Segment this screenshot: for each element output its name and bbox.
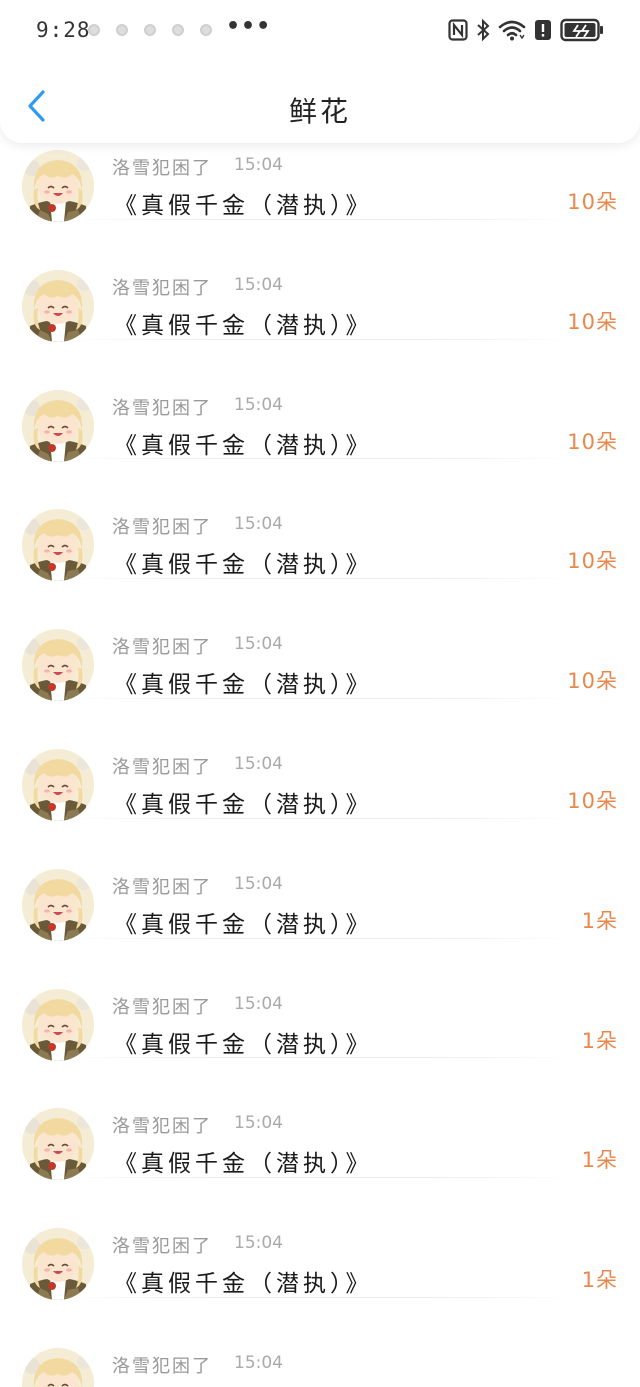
book-title: 《真假千金（潜执）》 <box>114 911 373 938</box>
avatar[interactable] <box>22 269 94 342</box>
status-time: 9:28 <box>36 18 91 42</box>
timestamp: 15:04 <box>234 155 283 175</box>
book-title: 《真假千金（潜执）》 <box>114 193 373 219</box>
avatar[interactable] <box>22 748 94 821</box>
flower-count: 1朵 <box>581 1148 618 1173</box>
top-bar: 9:28 ••• 鲜花 <box>0 0 640 143</box>
notification-icon <box>116 24 128 36</box>
user-name: 洛雪犯困了 <box>112 1116 212 1138</box>
avatar[interactable] <box>22 1347 94 1387</box>
book-title: 《真假千金（潜执）》 <box>114 1031 373 1058</box>
avatar[interactable] <box>22 868 94 941</box>
timestamp: 15:04 <box>234 753 283 774</box>
user-name: 洛雪犯困了 <box>112 517 212 539</box>
gift-record-item[interactable]: 洛雪犯困了 15:04 《真假千金（潜执）》 1朵 <box>0 1058 640 1181</box>
user-name: 洛雪犯困了 <box>112 277 212 299</box>
avatar[interactable] <box>22 1108 94 1181</box>
avatar[interactable] <box>22 509 94 582</box>
status-bar: 9:28 ••• <box>0 0 640 62</box>
avatar[interactable] <box>22 1228 94 1301</box>
alert-icon <box>534 19 552 41</box>
nfc-icon <box>448 19 468 41</box>
gift-record-item[interactable]: 洛雪犯困了 15:04 《真假千金（潜执）》 1朵 <box>0 819 640 941</box>
timestamp: 15:04 <box>234 1113 283 1134</box>
flower-count: 10朵 <box>567 669 618 694</box>
gift-record-item[interactable]: 洛雪犯困了 15:04 《真假千金（潜执）》 10朵 <box>0 699 640 821</box>
notification-icon <box>200 24 212 36</box>
user-name: 洛雪犯困了 <box>112 158 212 179</box>
page-title: 鲜花 <box>288 95 351 128</box>
gift-record-item[interactable]: 洛雪犯困了 15:04 《真假千金（潜执）》 10朵 <box>0 579 640 702</box>
gift-record-item[interactable]: 洛雪犯困了 15:04 《真假千金（潜执）》 10朵 <box>0 340 640 462</box>
avatar[interactable] <box>22 150 94 222</box>
gift-record-item[interactable]: 洛雪犯困了 15:04 《真假千金（潜执）》 1朵 <box>0 1298 640 1387</box>
timestamp: 15:04 <box>234 274 283 295</box>
user-name: 洛雪犯困了 <box>112 1236 212 1258</box>
flower-count: 1朵 <box>581 908 618 933</box>
flower-count: 1朵 <box>581 1268 618 1293</box>
book-title: 《真假千金（潜执）》 <box>114 312 373 339</box>
gift-list[interactable]: 洛雪犯困了 15:04 《真假千金（潜执）》 10朵 洛雪犯困了 15:04 《… <box>0 100 640 1387</box>
book-title: 《真假千金（潜执）》 <box>114 552 373 579</box>
book-title: 《真假千金（潜执）》 <box>114 791 373 818</box>
nav-bar: 鲜花 <box>0 72 640 142</box>
notification-icon <box>144 24 156 36</box>
flower-count: 10朵 <box>567 190 618 214</box>
notification-icons <box>88 24 212 38</box>
gift-record-item[interactable]: 洛雪犯困了 15:04 《真假千金（潜执）》 10朵 <box>0 220 640 342</box>
timestamp: 15:04 <box>234 1233 283 1254</box>
book-title: 《真假千金（潜执）》 <box>114 1151 373 1178</box>
user-name: 洛雪犯困了 <box>112 756 212 778</box>
book-title: 《真假千金（潜执）》 <box>114 1271 373 1298</box>
notification-icon <box>88 24 100 36</box>
bluetooth-icon <box>476 18 490 42</box>
flower-count: 1朵 <box>581 1028 618 1053</box>
notification-icon <box>172 24 184 36</box>
avatar[interactable] <box>22 629 94 702</box>
gift-record-item[interactable]: 洛雪犯困了 15:04 《真假千金（潜执）》 10朵 <box>0 459 640 582</box>
flower-count: 10朵 <box>567 429 618 454</box>
timestamp: 15:04 <box>234 514 283 535</box>
more-notifications-icon: ••• <box>226 14 272 39</box>
timestamp: 15:04 <box>234 394 283 415</box>
flower-count: 10朵 <box>567 549 618 574</box>
timestamp: 15:04 <box>234 993 283 1014</box>
user-name: 洛雪犯困了 <box>112 397 212 419</box>
wifi-icon <box>498 19 526 41</box>
gift-record-item[interactable]: 洛雪犯困了 15:04 《真假千金（潜执）》 1朵 <box>0 1178 640 1301</box>
user-name: 洛雪犯困了 <box>112 637 212 659</box>
battery-icon <box>560 18 604 42</box>
flower-count: 10朵 <box>567 309 618 334</box>
user-name: 洛雪犯困了 <box>112 1355 212 1377</box>
gift-list-screen: 洛雪犯困了 15:04 《真假千金（潜执）》 10朵 洛雪犯困了 15:04 《… <box>0 0 640 1387</box>
timestamp: 15:04 <box>234 634 283 655</box>
book-title: 《真假千金（潜执）》 <box>114 432 373 459</box>
user-name: 洛雪犯困了 <box>112 876 212 898</box>
status-icons <box>448 16 604 44</box>
avatar[interactable] <box>22 389 94 462</box>
flower-count: 10朵 <box>567 788 618 813</box>
book-title: 《真假千金（潜执）》 <box>114 672 373 699</box>
timestamp: 15:04 <box>234 873 283 894</box>
avatar[interactable] <box>22 988 94 1061</box>
gift-record-item[interactable]: 洛雪犯困了 15:04 《真假千金（潜执）》 1朵 <box>0 939 640 1061</box>
timestamp: 15:04 <box>234 1352 283 1373</box>
user-name: 洛雪犯困了 <box>112 996 212 1018</box>
